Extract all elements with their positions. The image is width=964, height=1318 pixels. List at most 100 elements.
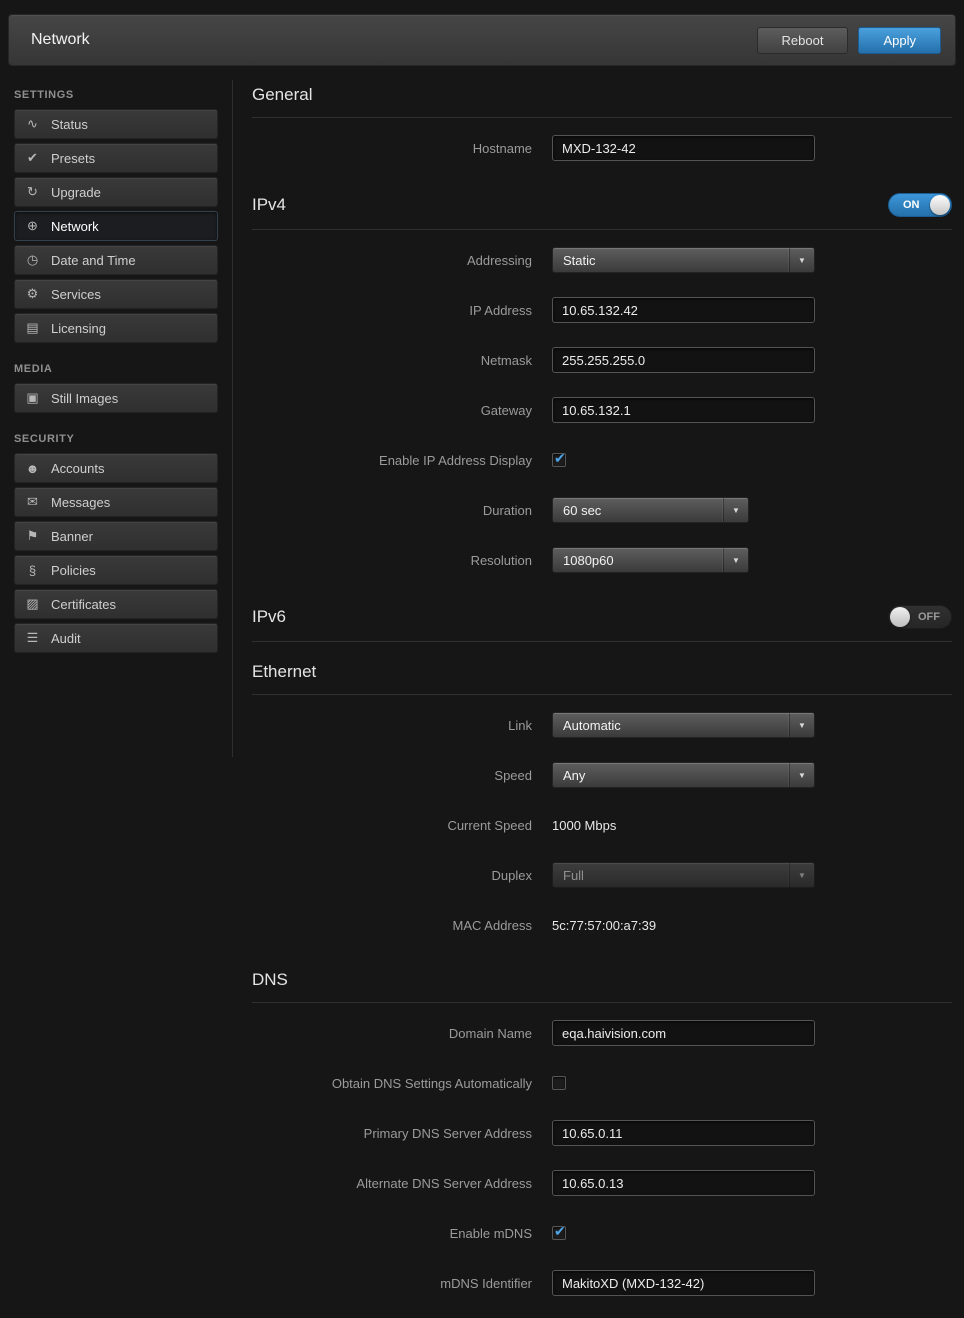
enable-mdns-row: Enable mDNS <box>252 1208 952 1258</box>
obtain-dns-checkbox[interactable] <box>552 1076 566 1090</box>
ip-address-row: IP Address <box>252 285 952 335</box>
duplex-row: Duplex Full <box>252 850 952 900</box>
sidebar-item-services[interactable]: ⚙ Services <box>14 279 218 309</box>
chevron-down-icon <box>789 713 814 737</box>
sidebar-item-label: Presets <box>51 151 95 166</box>
ipv4-toggle[interactable]: ON <box>888 193 952 217</box>
speed-dropdown[interactable]: Any <box>552 762 815 788</box>
hostname-label: Hostname <box>252 141 532 156</box>
user-icon: ☻ <box>24 461 41 476</box>
sidebar-item-label: Services <box>51 287 101 302</box>
sidebar-item-messages[interactable]: ✉ Messages <box>14 487 218 517</box>
primary-dns-input[interactable] <box>552 1120 815 1146</box>
ipv6-toggle[interactable]: OFF <box>888 605 952 629</box>
ip-display-row: Enable IP Address Display <box>252 435 952 485</box>
hostname-row: Hostname <box>252 123 952 173</box>
sidebar-item-licensing[interactable]: ▤ Licensing <box>14 313 218 343</box>
main-content: General Hostname IPv4 ON Addressing Stat… <box>252 80 952 1308</box>
enable-mdns-label: Enable mDNS <box>252 1226 532 1241</box>
ipv4-rows: Addressing Static IP Address Netmask Gat… <box>252 230 952 585</box>
enable-mdns-checkbox[interactable] <box>552 1226 566 1240</box>
certificate-icon: ▨ <box>24 596 41 612</box>
section-dns-header: DNS <box>252 970 952 1003</box>
duplex-label: Duplex <box>252 868 532 883</box>
apply-button[interactable]: Apply <box>858 27 941 54</box>
link-row: Link Automatic <box>252 700 952 750</box>
enable-ip-display-checkbox[interactable] <box>552 453 566 467</box>
current-speed-label: Current Speed <box>252 818 532 833</box>
sidebar-item-policies[interactable]: § Policies <box>14 555 218 585</box>
ip-address-label: IP Address <box>252 303 532 318</box>
chevron-down-icon <box>789 863 814 887</box>
mdns-identifier-row: mDNS Identifier <box>252 1258 952 1308</box>
page: Network Reboot Apply SETTINGS ∿ Status ✔… <box>0 0 964 1318</box>
duration-dropdown[interactable]: 60 sec <box>552 497 749 523</box>
sidebar-section-security: SECURITY <box>14 433 218 445</box>
chevron-down-icon <box>723 498 748 522</box>
sidebar-item-accounts[interactable]: ☻ Accounts <box>14 453 218 483</box>
gateway-input[interactable] <box>552 397 815 423</box>
gateway-row: Gateway <box>252 385 952 435</box>
sidebar-item-label: Banner <box>51 529 93 544</box>
addressing-dropdown[interactable]: Static <box>552 247 815 273</box>
sidebar-item-label: Messages <box>51 495 110 510</box>
flag-icon: ⚑ <box>24 528 41 544</box>
dropdown-value: 60 sec <box>553 503 723 518</box>
sidebar-item-audit[interactable]: ☰ Audit <box>14 623 218 653</box>
page-title: Network <box>31 31 90 49</box>
toggle-knob <box>890 607 910 627</box>
reboot-button[interactable]: Reboot <box>757 27 849 54</box>
toggle-label: OFF <box>918 611 940 623</box>
mac-address-label: MAC Address <box>252 918 532 933</box>
domain-name-input[interactable] <box>552 1020 815 1046</box>
mdns-identifier-label: mDNS Identifier <box>252 1276 532 1291</box>
section-ipv6-header: IPv6 OFF <box>252 605 952 642</box>
ip-address-input[interactable] <box>552 297 815 323</box>
alternate-dns-input[interactable] <box>552 1170 815 1196</box>
primary-dns-row: Primary DNS Server Address <box>252 1108 952 1158</box>
resolution-row: Resolution 1080p60 <box>252 535 952 585</box>
refresh-icon: ↻ <box>24 184 41 200</box>
chevron-down-icon <box>723 548 748 572</box>
sidebar-item-status[interactable]: ∿ Status <box>14 109 218 139</box>
general-rows: Hostname <box>252 118 952 173</box>
netmask-input[interactable] <box>552 347 815 373</box>
sidebar-item-label: Date and Time <box>51 253 136 268</box>
section-title: Ethernet <box>252 662 316 682</box>
obtain-dns-label: Obtain DNS Settings Automatically <box>252 1076 532 1091</box>
gateway-label: Gateway <box>252 403 532 418</box>
sidebar-item-label: Audit <box>51 631 81 646</box>
section-general-header: General <box>252 85 952 118</box>
netmask-row: Netmask <box>252 335 952 385</box>
sidebar-section-media: MEDIA <box>14 363 218 375</box>
dropdown-value: Any <box>553 768 789 783</box>
addressing-row: Addressing Static <box>252 235 952 285</box>
document-icon: ☰ <box>24 630 41 646</box>
link-dropdown[interactable]: Automatic <box>552 712 815 738</box>
duration-row: Duration 60 sec <box>252 485 952 535</box>
mdns-identifier-input[interactable] <box>552 1270 815 1296</box>
sidebar-item-still-images[interactable]: ▣ Still Images <box>14 383 218 413</box>
sidebar-item-upgrade[interactable]: ↻ Upgrade <box>14 177 218 207</box>
gear-icon: ⚙ <box>24 286 41 302</box>
sidebar-item-date-and-time[interactable]: ◷ Date and Time <box>14 245 218 275</box>
message-icon: ✉ <box>24 494 41 510</box>
resolution-dropdown[interactable]: 1080p60 <box>552 547 749 573</box>
obtain-dns-row: Obtain DNS Settings Automatically <box>252 1058 952 1108</box>
sidebar-item-certificates[interactable]: ▨ Certificates <box>14 589 218 619</box>
current-speed-row: Current Speed 1000 Mbps <box>252 800 952 850</box>
ethernet-rows: Link Automatic Speed Any Current Speed 1… <box>252 695 952 950</box>
primary-dns-label: Primary DNS Server Address <box>252 1126 532 1141</box>
sidebar-item-label: Status <box>51 117 88 132</box>
section-title: IPv6 <box>252 607 286 627</box>
sidebar-item-network[interactable]: ⊕ Network <box>14 211 218 241</box>
sidebar-item-presets[interactable]: ✔ Presets <box>14 143 218 173</box>
hostname-input[interactable] <box>552 135 815 161</box>
toggle-knob <box>930 195 950 215</box>
sidebar-item-label: Accounts <box>51 461 104 476</box>
domain-name-label: Domain Name <box>252 1026 532 1041</box>
globe-icon: ⊕ <box>24 218 41 234</box>
policy-icon: § <box>24 563 41 578</box>
sidebar-item-banner[interactable]: ⚑ Banner <box>14 521 218 551</box>
toggle-label: ON <box>903 199 920 211</box>
